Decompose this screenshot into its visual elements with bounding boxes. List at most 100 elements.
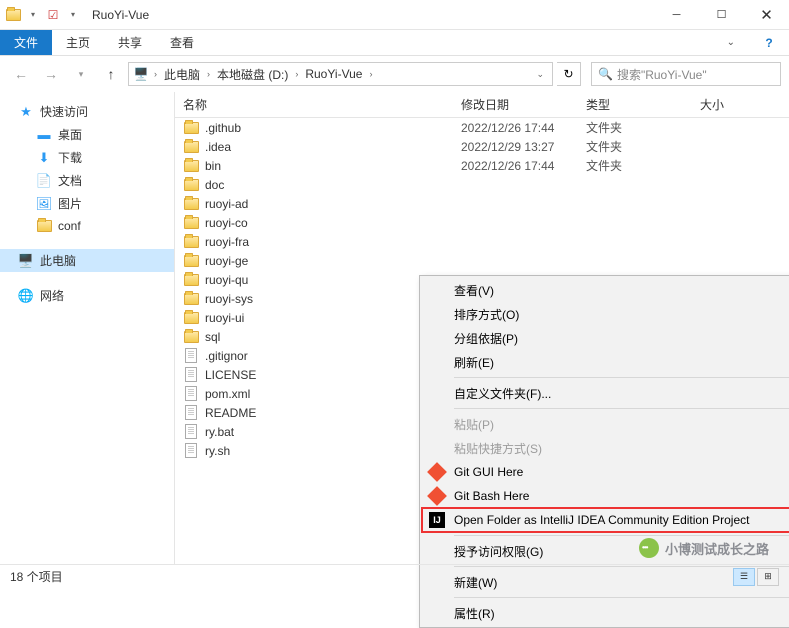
file-icon bbox=[183, 386, 199, 402]
folder-icon bbox=[183, 329, 199, 345]
menu-intellij[interactable]: IJOpen Folder as IntelliJ IDEA Community… bbox=[422, 508, 789, 532]
file-name: doc bbox=[205, 178, 224, 192]
up-button[interactable]: ↑ bbox=[98, 61, 124, 87]
chevron-right-icon[interactable]: › bbox=[292, 69, 301, 79]
menu-refresh[interactable]: 刷新(E) bbox=[422, 350, 789, 374]
document-icon: 📄 bbox=[36, 173, 52, 189]
forward-button[interactable]: → bbox=[38, 61, 64, 87]
menu-separator bbox=[454, 408, 789, 409]
file-name: ruoyi-qu bbox=[205, 273, 248, 287]
folder-icon bbox=[4, 6, 22, 24]
desktop-icon: ▬ bbox=[36, 127, 52, 143]
sidebar-documents[interactable]: 📄文档 bbox=[0, 169, 174, 192]
view-details-button[interactable]: ☰ bbox=[733, 568, 755, 586]
file-row[interactable]: .idea 2022/12/29 13:27文件夹 bbox=[175, 137, 789, 156]
file-name: ruoyi-ad bbox=[205, 197, 248, 211]
qat-dropdown2-icon[interactable]: ▾ bbox=[64, 6, 82, 24]
qat-properties-icon[interactable]: ☑ bbox=[44, 6, 62, 24]
file-row[interactable]: ruoyi-ge bbox=[175, 251, 789, 270]
folder-icon bbox=[183, 158, 199, 174]
recent-dropdown[interactable]: ▾ bbox=[68, 61, 94, 87]
menu-separator bbox=[454, 377, 789, 378]
file-type: 文件夹 bbox=[586, 138, 674, 155]
menu-view[interactable]: 查看(V)▶ bbox=[422, 278, 789, 302]
col-size[interactable]: 大小 bbox=[674, 96, 744, 113]
file-row[interactable]: ruoyi-ad bbox=[175, 194, 789, 213]
git-icon bbox=[428, 487, 446, 505]
status-bar: 18 个项目 ☰ ⊞ bbox=[0, 564, 789, 588]
col-type[interactable]: 类型 bbox=[586, 96, 674, 113]
file-type: 文件夹 bbox=[586, 119, 674, 136]
tab-file[interactable]: 文件 bbox=[0, 30, 52, 55]
tab-share[interactable]: 共享 bbox=[104, 30, 156, 55]
file-name: .idea bbox=[205, 140, 231, 154]
crumb-pc[interactable]: 此电脑 bbox=[162, 66, 202, 83]
file-row[interactable]: doc bbox=[175, 175, 789, 194]
file-icon bbox=[183, 424, 199, 440]
file-name: bin bbox=[205, 159, 221, 173]
col-modified[interactable]: 修改日期 bbox=[461, 96, 586, 113]
folder-icon bbox=[183, 139, 199, 155]
maximize-button[interactable]: ☐ bbox=[699, 0, 744, 30]
file-name: ruoyi-co bbox=[205, 216, 248, 230]
folder-icon bbox=[183, 291, 199, 307]
file-name: LICENSE bbox=[205, 368, 256, 382]
column-headers[interactable]: 名称 修改日期 类型 大小 bbox=[175, 92, 789, 118]
minimize-button[interactable]: ─ bbox=[654, 0, 699, 30]
file-name: ruoyi-ui bbox=[205, 311, 244, 325]
refresh-button[interactable]: ↻ bbox=[557, 62, 581, 86]
qat-dropdown-icon[interactable]: ▾ bbox=[24, 6, 42, 24]
address-dropdown-icon[interactable]: ⌄ bbox=[532, 69, 548, 80]
sidebar-conf[interactable]: conf bbox=[0, 215, 174, 237]
sidebar-downloads[interactable]: ⬇下载 bbox=[0, 146, 174, 169]
folder-icon bbox=[183, 310, 199, 326]
tab-home[interactable]: 主页 bbox=[52, 30, 104, 55]
menu-properties[interactable]: 属性(R) bbox=[422, 601, 789, 625]
menu-group[interactable]: 分组依据(P)▶ bbox=[422, 326, 789, 350]
menu-paste: 粘贴(P) bbox=[422, 412, 789, 436]
item-count: 18 个项目 bbox=[10, 568, 63, 585]
titlebar: ▾ ☑ ▾ RuoYi-Vue ─ ☐ ✕ bbox=[0, 0, 789, 30]
ribbon-expand-icon[interactable]: ⌄ bbox=[713, 30, 749, 55]
menu-customize[interactable]: 自定义文件夹(F)... bbox=[422, 381, 789, 405]
tab-view[interactable]: 查看 bbox=[156, 30, 208, 55]
folder-icon bbox=[36, 218, 52, 234]
sidebar-desktop[interactable]: ▬桌面 bbox=[0, 123, 174, 146]
file-type: 文件夹 bbox=[586, 157, 674, 174]
sidebar-network[interactable]: 🌐网络 bbox=[0, 284, 174, 307]
file-row[interactable]: .github2022/12/26 17:44文件夹 bbox=[175, 118, 789, 137]
help-button[interactable]: ? bbox=[749, 30, 789, 55]
file-row[interactable]: ruoyi-co bbox=[175, 213, 789, 232]
view-large-button[interactable]: ⊞ bbox=[757, 568, 779, 586]
navbar: ← → ▾ ↑ 🖥️ › 此电脑 › 本地磁盘 (D:) › RuoYi-Vue… bbox=[0, 56, 789, 92]
close-button[interactable]: ✕ bbox=[744, 0, 789, 30]
intellij-icon: IJ bbox=[428, 511, 446, 529]
watermark-text: 小博测试成长之路 bbox=[665, 539, 769, 558]
file-row[interactable]: bin 2022/12/26 17:44文件夹 bbox=[175, 156, 789, 175]
chevron-right-icon[interactable]: › bbox=[151, 69, 160, 79]
col-name[interactable]: 名称 bbox=[183, 96, 461, 113]
menu-git-bash[interactable]: Git Bash Here bbox=[422, 484, 789, 508]
file-name: .gitignor bbox=[205, 349, 248, 363]
search-input[interactable]: 🔍 搜索"RuoYi-Vue" bbox=[591, 62, 781, 86]
menu-git-gui[interactable]: Git GUI Here bbox=[422, 460, 789, 484]
file-date: 2022/12/26 17:44 bbox=[461, 159, 586, 173]
file-icon bbox=[183, 348, 199, 364]
crumb-folder[interactable]: RuoYi-Vue bbox=[303, 67, 364, 81]
sidebar-this-pc[interactable]: 🖥️此电脑 bbox=[0, 249, 174, 272]
chevron-right-icon[interactable]: › bbox=[204, 69, 213, 79]
menu-sort[interactable]: 排序方式(O)▶ bbox=[422, 302, 789, 326]
file-row[interactable]: ruoyi-fra bbox=[175, 232, 789, 251]
sidebar-quick-access[interactable]: ★快速访问 bbox=[0, 100, 174, 123]
git-icon bbox=[428, 463, 446, 481]
ribbon: 文件 主页 共享 查看 ⌄ ? bbox=[0, 30, 789, 56]
address-bar[interactable]: 🖥️ › 此电脑 › 本地磁盘 (D:) › RuoYi-Vue › ⌄ bbox=[128, 62, 553, 86]
pc-icon: 🖥️ bbox=[18, 253, 34, 269]
file-date: 2022/12/29 13:27 bbox=[461, 140, 586, 154]
back-button[interactable]: ← bbox=[8, 61, 34, 87]
file-icon bbox=[183, 443, 199, 459]
chevron-right-icon[interactable]: › bbox=[366, 69, 375, 79]
file-icon bbox=[183, 367, 199, 383]
crumb-drive[interactable]: 本地磁盘 (D:) bbox=[215, 66, 290, 83]
sidebar-pictures[interactable]: 🖼图片 bbox=[0, 192, 174, 215]
